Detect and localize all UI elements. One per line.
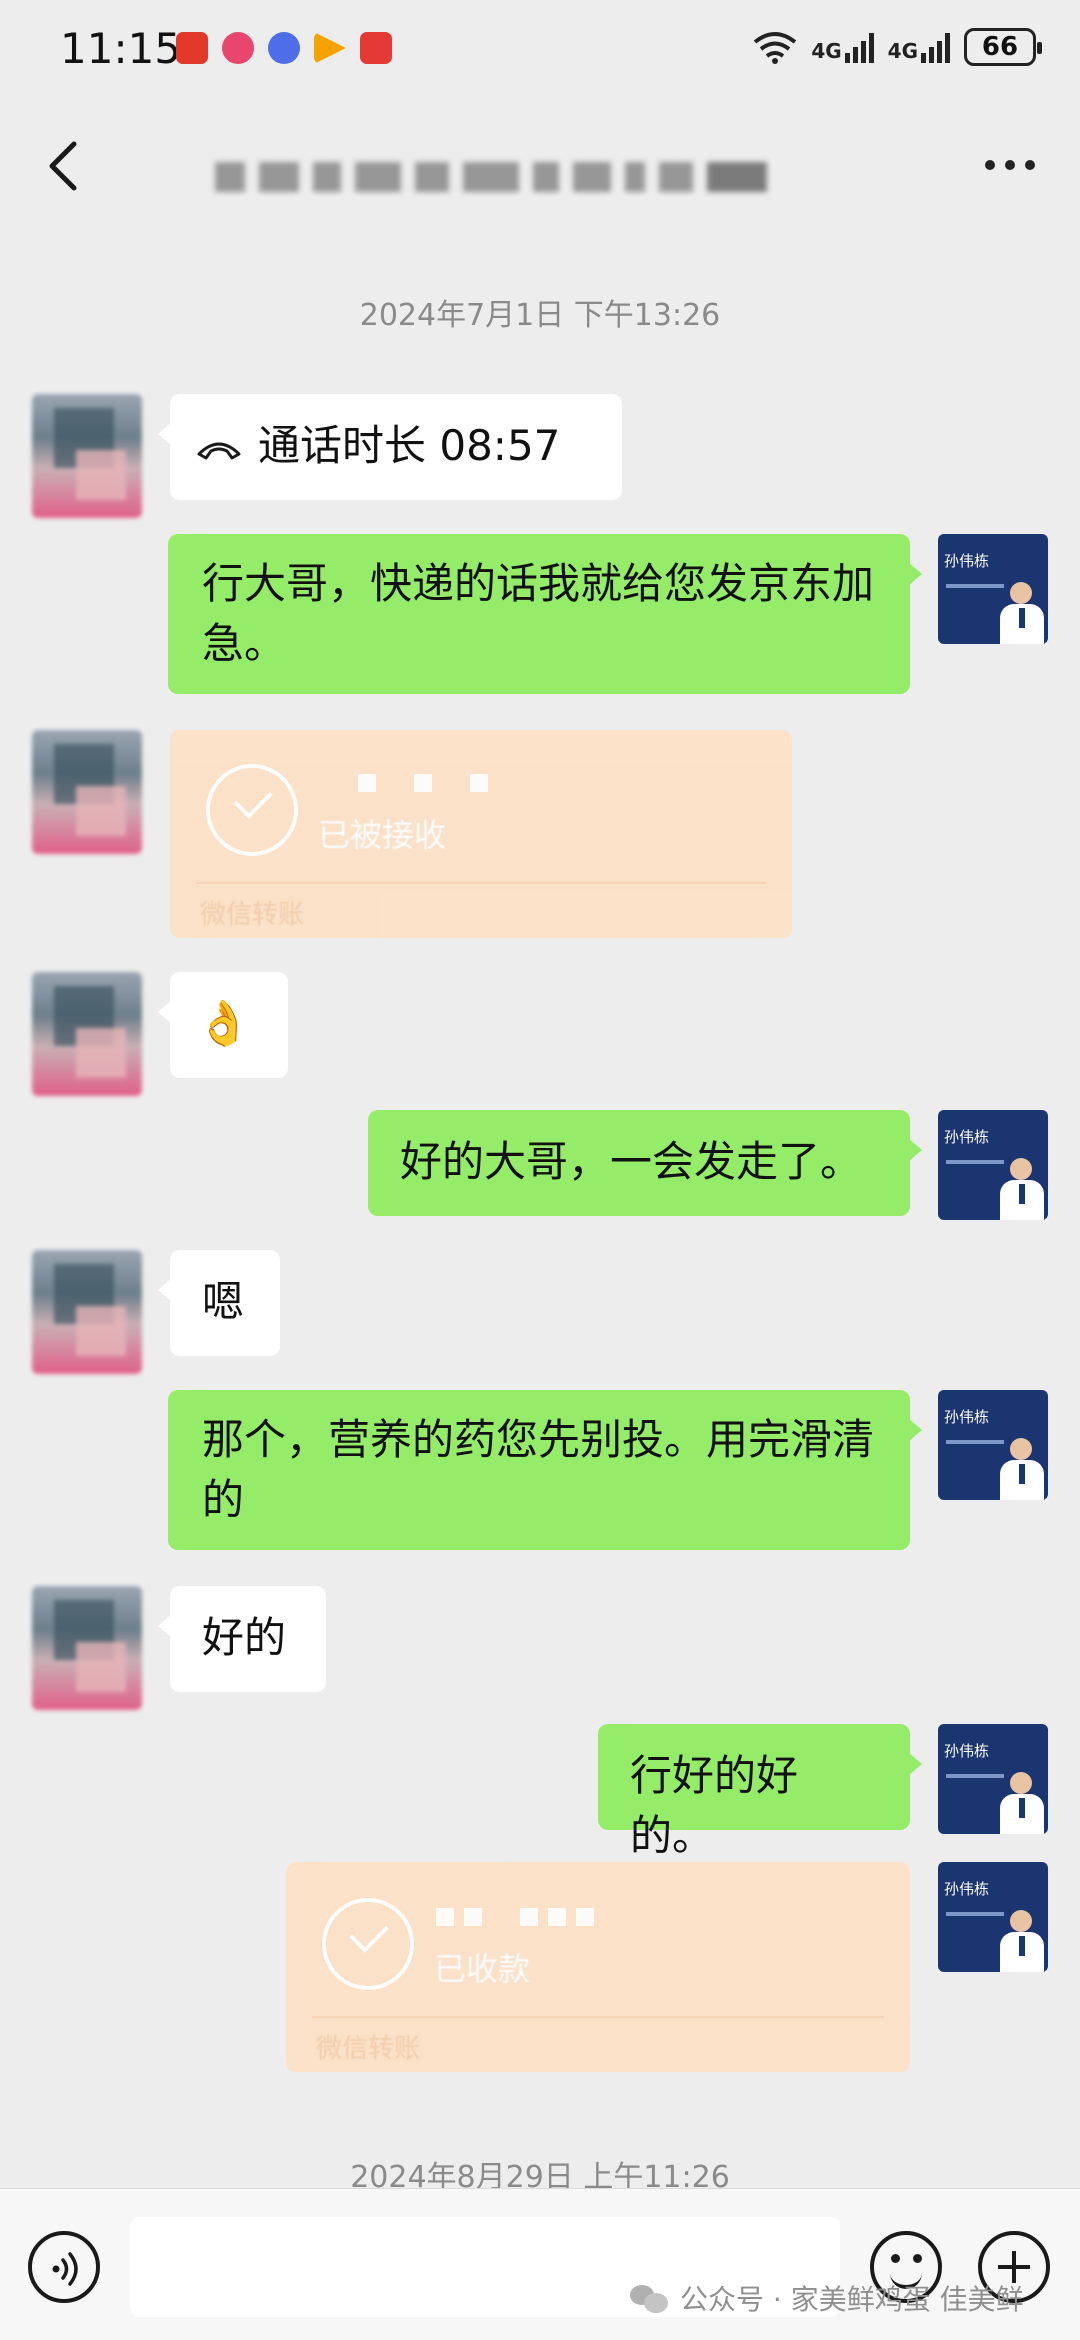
status-indicators: 4G 4G 66 [753, 28, 1042, 66]
doctor-figure-icon [1000, 1154, 1044, 1220]
message-text: 行大哥，快递的话我就给您发京东加急。 [202, 559, 875, 668]
avatar-subline [946, 1440, 1004, 1444]
wechat-official-account-icon [630, 2281, 670, 2315]
signal-bars-icon [921, 31, 950, 63]
emoji-bubble[interactable]: 👌 [158, 972, 288, 1078]
watermark-text: 公众号 · 家美鲜鸡蛋 佳美鲜 [680, 2283, 1024, 2316]
avatar-subline [946, 584, 1004, 588]
status-app-icons [176, 32, 392, 64]
doctor-figure-icon [1000, 1906, 1044, 1972]
check-circle-icon [206, 764, 298, 856]
avatar-name: 孙伟栋 [944, 1880, 990, 1898]
avatar-subline [946, 1774, 1004, 1778]
battery-level: 66 [981, 32, 1019, 62]
watermark: 公众号 · 家美鲜鸡蛋 佳美鲜 [630, 2278, 1024, 2318]
voice-button[interactable] [28, 2231, 100, 2303]
transfer-status: 已被接收 [318, 816, 447, 854]
avatar-self[interactable]: 孙伟栋 [938, 1390, 1048, 1500]
huawei-app-icon [176, 32, 208, 64]
avatar-contact[interactable] [32, 1250, 142, 1374]
music-note-icon [268, 32, 300, 64]
avatar-contact[interactable] [32, 394, 142, 518]
video-app-icon [314, 32, 346, 64]
avatar-self[interactable]: 孙伟栋 [938, 1724, 1048, 1834]
doctor-figure-icon [1000, 578, 1044, 644]
message-bubble-sent[interactable]: 好的大哥，一会发走了。 [368, 1110, 922, 1216]
doctor-figure-icon [1000, 1768, 1044, 1834]
message-bubble-received[interactable]: 好的 [158, 1586, 326, 1692]
avatar-self[interactable]: 孙伟栋 [938, 1110, 1048, 1220]
avatar-name: 孙伟栋 [944, 552, 990, 570]
ok-hand-icon: 👌 [196, 998, 251, 1049]
more-dots-icon [985, 160, 995, 170]
message-text: 好的大哥，一会发走了。 [400, 1137, 863, 1186]
signal-4g-2: 4G [888, 31, 950, 63]
status-bar: 11:15 4G 4G 66 [0, 0, 1080, 100]
phone-hangup-icon [197, 442, 241, 459]
chat-header [0, 100, 1080, 230]
chat-title-redacted [215, 148, 865, 206]
avatar-name: 孙伟栋 [944, 1408, 990, 1426]
message-bubble-sent[interactable]: 行大哥，快递的话我就给您发京东加急。 [168, 534, 922, 694]
signal-4g-1: 4G [811, 31, 874, 63]
transfer-source: 微信转账 [316, 2034, 421, 2064]
chevron-left-icon [49, 141, 77, 191]
transfer-status: 已收款 [434, 1950, 531, 1988]
avatar-contact[interactable] [32, 972, 142, 1096]
divider [312, 2016, 884, 2018]
divider [196, 882, 766, 884]
back-button[interactable] [40, 138, 90, 194]
avatar-name: 孙伟栋 [944, 1742, 990, 1760]
message-bubble-sent[interactable]: 那个，营养的药您先别投。用完滑清的 [168, 1390, 922, 1550]
avatar-self[interactable]: 孙伟栋 [938, 534, 1048, 644]
signal-bars-icon [844, 31, 874, 63]
transfer-card-sent[interactable]: 已收款 微信转账 [286, 1862, 910, 2072]
transfer-amount-redacted [358, 774, 488, 792]
more-button[interactable] [980, 150, 1040, 180]
network-label-2: 4G [887, 39, 918, 63]
message-text: 行好的好的。 [630, 1751, 799, 1860]
avatar-subline [946, 1912, 1004, 1916]
check-circle-icon [322, 1898, 414, 1990]
message-text: 那个，营养的药您先别投。用完滑清的 [202, 1415, 875, 1524]
timestamp: 2024年7月1日 下午13:26 [359, 298, 721, 333]
transfer-amount-redacted [436, 1908, 594, 1926]
avatar-contact[interactable] [32, 1586, 142, 1710]
message-text: 嗯 [202, 1277, 245, 1326]
call-duration: 通话时长 08:57 [258, 421, 561, 470]
transfer-source: 微信转账 [200, 900, 305, 930]
call-record-bubble[interactable]: 通话时长 08:57 [158, 394, 622, 500]
battery-icon: 66 [964, 28, 1042, 66]
avatar-contact[interactable] [32, 730, 142, 854]
red-app-icon [360, 32, 392, 64]
avatar-self[interactable]: 孙伟栋 [938, 1862, 1048, 1972]
avatar-subline [946, 1160, 1004, 1164]
music-app-icon [222, 32, 254, 64]
doctor-figure-icon [1000, 1434, 1044, 1500]
network-label-1: 4G [811, 39, 842, 63]
status-time: 11:15 [60, 24, 182, 73]
message-bubble-sent[interactable]: 行好的好的。 [598, 1724, 922, 1860]
message-bubble-received[interactable]: 嗯 [158, 1250, 280, 1356]
voice-icon [52, 2252, 78, 2286]
wifi-icon [754, 32, 797, 64]
avatar-name: 孙伟栋 [944, 1128, 990, 1146]
transfer-card-received[interactable]: 已被接收 微信转账 [170, 730, 792, 938]
message-text: 好的 [202, 1613, 287, 1662]
